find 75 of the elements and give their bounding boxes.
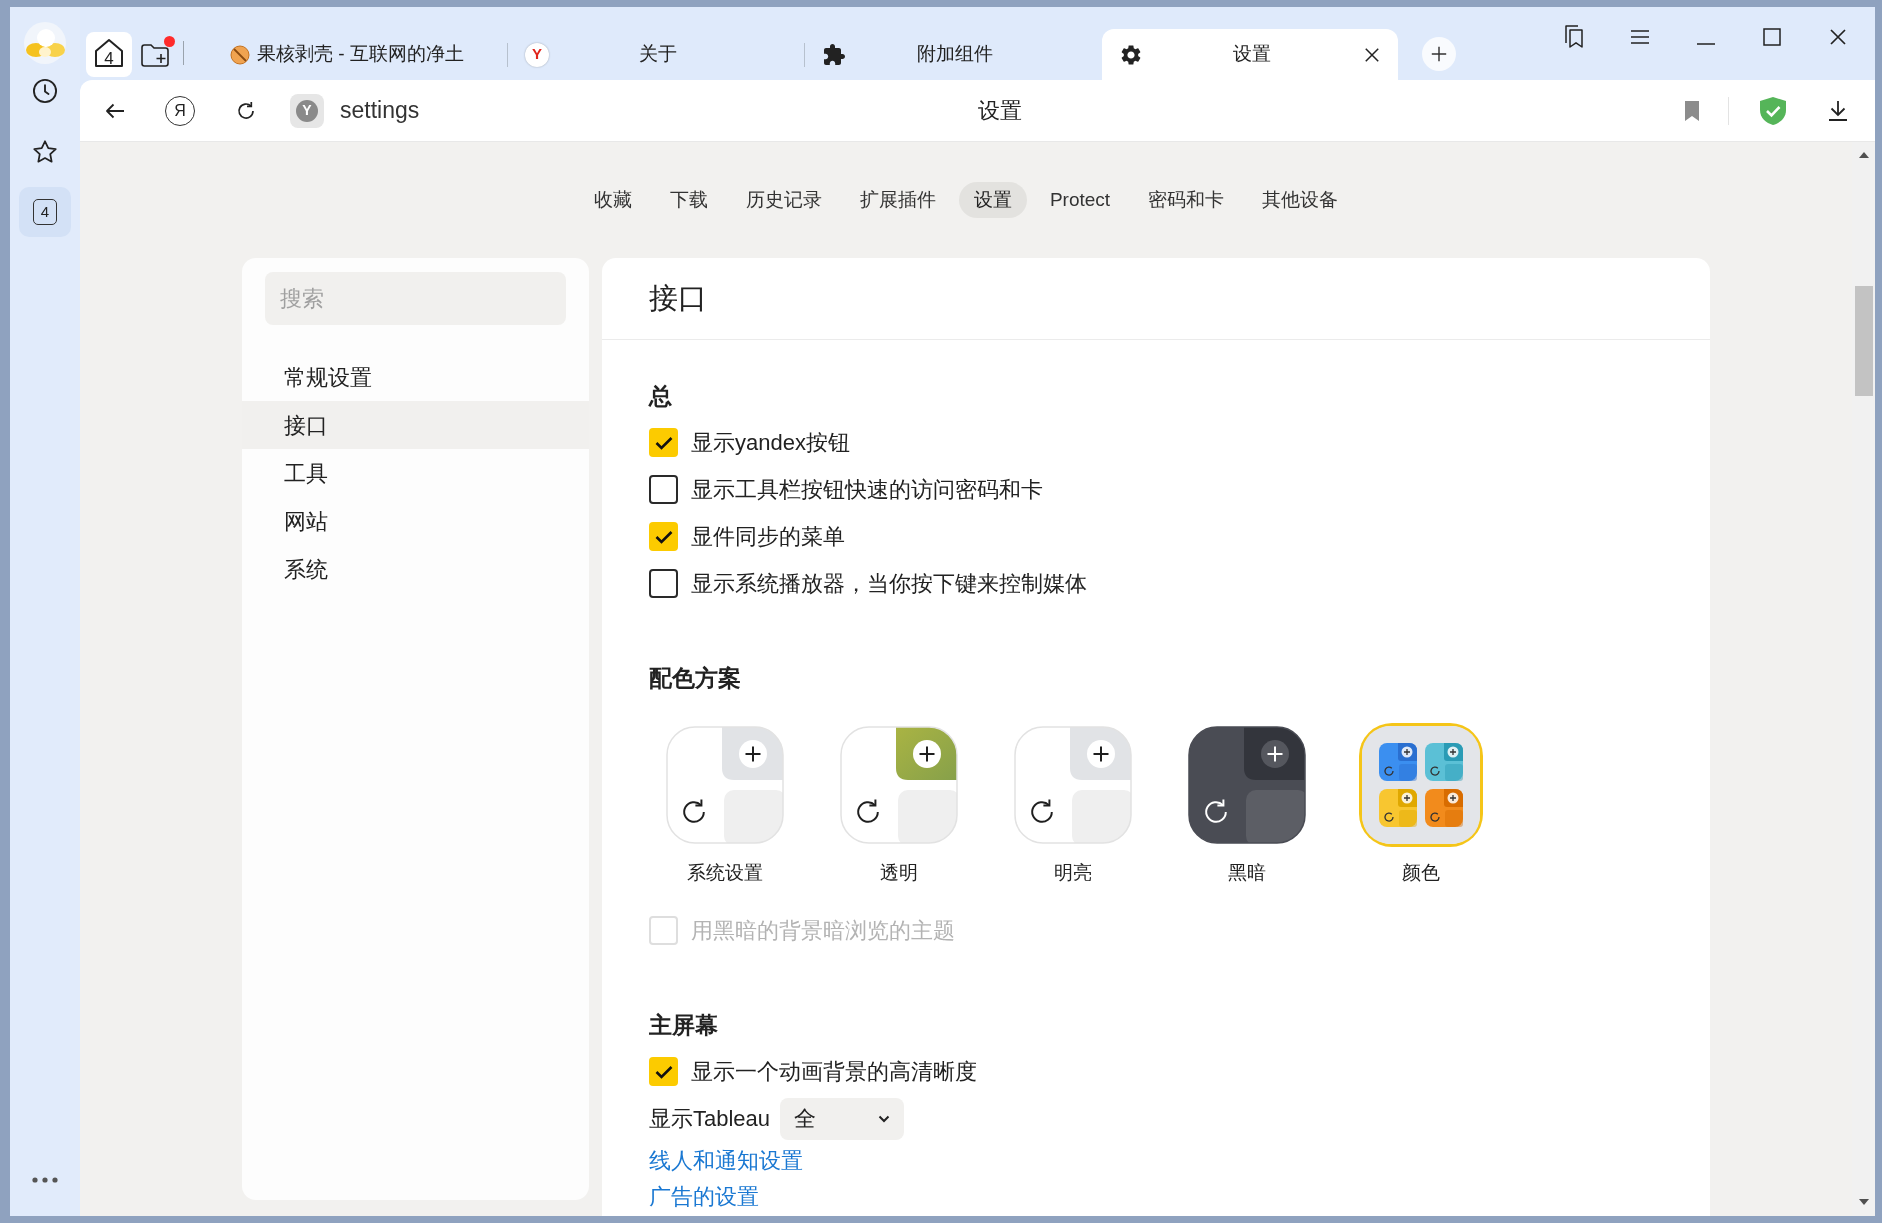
menu-item[interactable]: 网站 [242,497,589,545]
theme-option[interactable]: 透明 [823,726,975,887]
tab-count: 4 [33,199,57,225]
section-heading: 主屏幕 [649,1011,719,1039]
browser-tab[interactable]: Y 关于 [508,29,804,80]
bookmark-icon[interactable] [1684,99,1700,122]
browser-tab[interactable]: 设置 [1102,29,1398,80]
maximize-icon[interactable] [1763,28,1781,46]
scroll-up-arrow-icon[interactable] [1858,151,1869,159]
nav-tab[interactable]: 历史记录 [730,182,837,218]
checkbox-label: 显示工具栏按钮快速的访问密码和卡 [691,476,1043,504]
checkbox-label: 显示一个动画背景的高清晰度 [691,1058,977,1086]
tableau-select[interactable]: 全 [780,1097,905,1140]
site-favicon: Y [296,99,318,122]
theme-option[interactable]: 系统设置 [649,726,801,887]
close-icon[interactable] [1364,46,1380,63]
search-field[interactable]: 搜索 [265,272,566,325]
menu-item[interactable]: 接口 [242,401,589,449]
folder-plus-icon[interactable] [140,42,170,68]
house-icon [94,37,124,69]
tab-count-button[interactable]: 4 [19,187,71,237]
checkbox[interactable] [649,428,678,457]
setting-label: 显示Tableau [649,1105,771,1133]
nav-tab[interactable]: 密码和卡 [1133,182,1240,218]
nav-tab[interactable]: 收藏 [578,182,647,218]
checkbox[interactable] [649,1057,678,1086]
plus-icon [1430,45,1448,63]
menu-item[interactable]: 常规设置 [242,353,589,401]
nav-tab[interactable]: 扩展插件 [844,182,951,218]
chevron-down-icon [878,1114,891,1123]
theme-option[interactable]: 颜色 [1345,726,1497,887]
checkbox-label: 显示系统播放器，当你按下键来控制媒体 [691,570,1087,598]
shield-check-icon[interactable] [1759,95,1787,126]
history-clock-icon[interactable] [31,77,59,105]
checkbox[interactable] [649,522,678,551]
nav-tab[interactable]: 下载 [654,182,723,218]
puzzle-piece-icon [822,42,846,67]
close-icon[interactable] [1829,28,1847,46]
checkmark-icon [654,529,673,544]
gear-icon [1119,42,1143,67]
checkbox-label: 显示yandex按钮 [691,429,850,457]
checkbox-label: 用黑暗的背景暗浏览的主题 [691,917,955,945]
more-icon[interactable] [32,1177,58,1183]
panel-title: 接口 [649,280,707,316]
bookmarks-panel-icon[interactable] [1562,24,1586,50]
theme-option[interactable]: 明亮 [997,726,1149,887]
menu-icon[interactable] [1630,29,1650,45]
scroll-down-arrow-icon[interactable] [1858,1198,1869,1206]
checkbox[interactable] [649,569,678,598]
menu-item[interactable]: 工具 [242,449,589,497]
nav-tab[interactable]: 设置 [958,182,1027,218]
browser-tab[interactable]: 附加组件 [805,29,1101,80]
scrollbar-thumb[interactable] [1854,286,1873,396]
nav-tab[interactable]: Protect [1034,182,1126,218]
settings-link[interactable]: 广告的设置 [649,1179,759,1213]
menu-item[interactable]: 系统 [242,545,589,593]
new-tab-button[interactable] [1422,37,1456,71]
section-heading: 总 [649,382,673,410]
settings-link[interactable]: 线人和通知设置 [649,1143,803,1177]
tabs-count-button[interactable]: 4 [86,32,132,77]
theme-option[interactable]: 黑暗 [1171,726,1323,887]
checkbox-label: 显件同步的菜单 [691,523,845,551]
browser-tab[interactable]: 果核剥壳 - 互联网的净土 [211,29,507,80]
tab-favicon: Y [525,42,549,67]
address-text[interactable]: settings [340,93,420,128]
nav-tab[interactable]: 其他设备 [1247,182,1354,218]
star-icon[interactable] [31,138,59,166]
minimize-icon[interactable] [1696,43,1716,45]
download-icon[interactable] [1826,98,1850,123]
checkbox[interactable] [649,475,678,504]
checkmark-icon [654,435,673,450]
checkmark-icon [654,1064,673,1079]
page-title: 设置 [977,97,1023,125]
section-heading: 配色方案 [649,664,742,692]
slashed-circle-icon [228,42,252,67]
